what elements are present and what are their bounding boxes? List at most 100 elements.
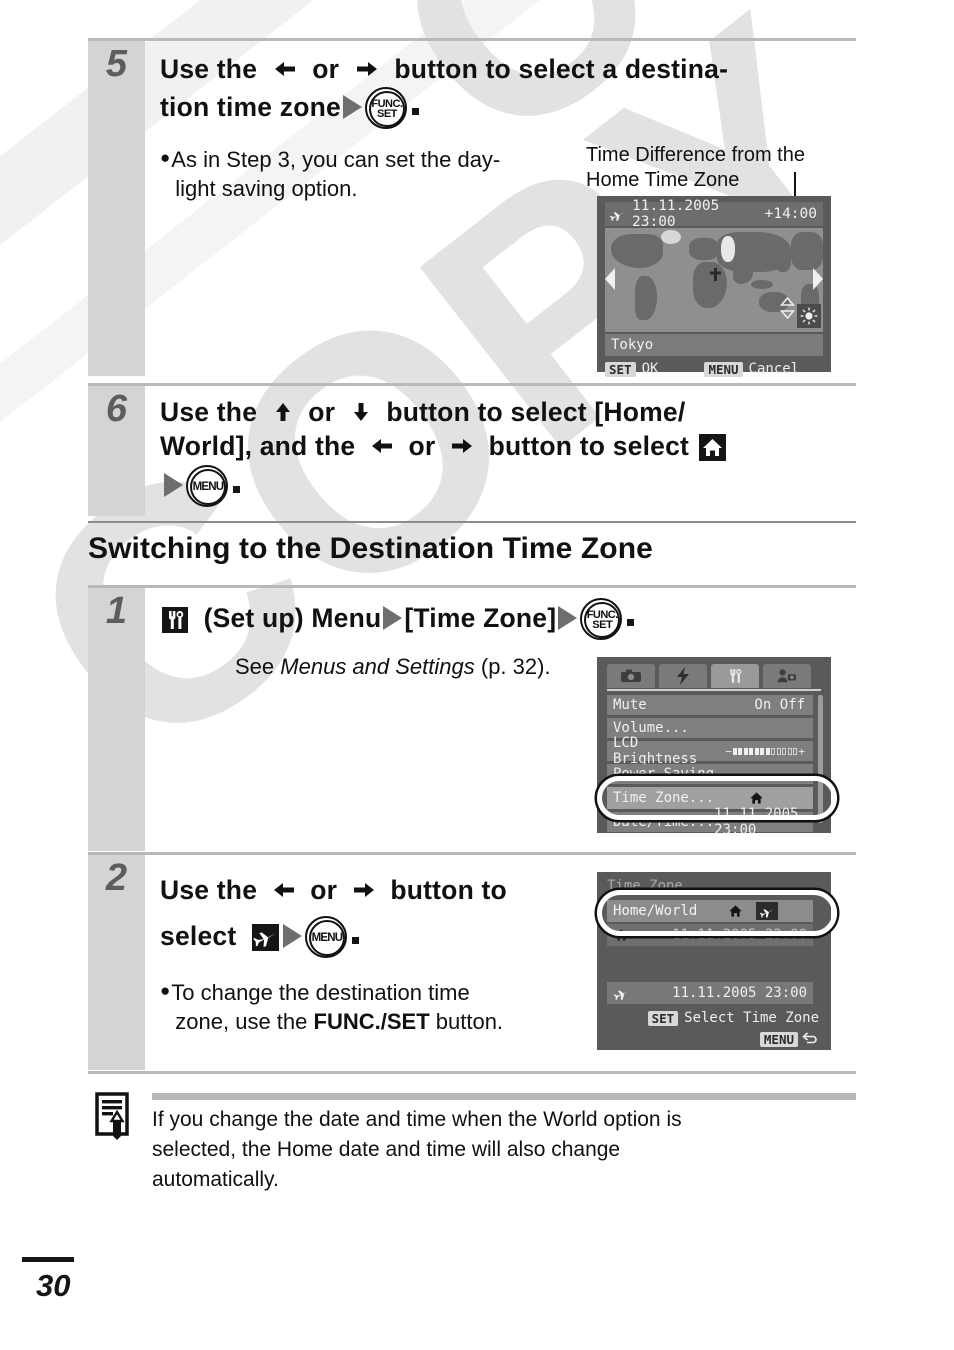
step-6-line2-b: button to select — [488, 431, 690, 462]
setup-menu-tab-icon — [162, 607, 188, 633]
right-arrow-icon — [450, 432, 474, 464]
home-icon — [698, 434, 726, 462]
func-set-button-icon: FUNC. SET — [364, 87, 407, 130]
menu-key-tag: MENU — [704, 361, 743, 377]
func-set-label-2: SET — [592, 619, 613, 631]
note-accent-rule — [152, 1093, 856, 1100]
section-step-1-number: 1 — [105, 590, 128, 632]
map-cursor-icon — [709, 268, 722, 286]
map-left-nav-arrow-icon — [605, 268, 615, 290]
tab-my-camera[interactable] — [763, 664, 811, 688]
step-5-bullet-line2: light saving option. — [175, 175, 358, 201]
section-step-2-number: 2 — [105, 857, 128, 899]
menu-row-lcd-brightness[interactable]: LCD Brightness − + — [607, 735, 813, 767]
left-arrow-icon — [273, 55, 297, 87]
menu-button-label: MENU — [192, 480, 224, 493]
menu-row-mute-value: On Off — [754, 697, 805, 713]
section-step-2-bullet-line2-b: button. — [435, 1009, 504, 1035]
lcd-menu-tab-underline — [607, 689, 821, 691]
section-step-2-bullet-line1: To change the destination time — [171, 980, 470, 1006]
menu-action-label: Cancel — [748, 361, 800, 377]
tab-flash[interactable] — [659, 664, 707, 688]
menu-row-mute-label: Mute — [613, 697, 647, 713]
menu-button-icon: MENU — [186, 464, 228, 507]
updown-selector-icon — [779, 296, 796, 324]
airplane-icon — [609, 208, 626, 221]
lcd-world-map — [605, 228, 823, 332]
landmass-far-east — [791, 232, 823, 270]
right-arrow-icon — [352, 871, 376, 915]
lcd-map-caption-line1: Time Difference from the — [586, 144, 805, 166]
landmass-europe — [689, 238, 719, 260]
section-step-2-line1-a: Use the — [160, 875, 258, 905]
lcd-map-datetime: 11.11.2005 23:00 — [632, 198, 720, 230]
section-heading: Switching to the Destination Time Zone — [88, 532, 653, 565]
set-key-tag: SET — [647, 1010, 679, 1026]
period-mark — [351, 936, 359, 944]
page-number: 30 — [36, 1268, 71, 1303]
step-6-line1-or: or — [308, 397, 336, 427]
lcd-timezone-set-hint: SET Select Time Zone — [607, 1008, 819, 1028]
step-5-number-column — [88, 41, 145, 376]
lcd-map-offset: +14:00 — [764, 206, 817, 222]
step-5-number: 5 — [105, 43, 128, 85]
tab-setup[interactable] — [711, 664, 759, 688]
lcd-map-caption: Time Difference from the Home Time Zone — [586, 143, 846, 193]
bullet-dot-icon: ● — [160, 981, 171, 1001]
period-mark — [627, 619, 635, 626]
step-6-number: 6 — [105, 388, 128, 430]
step-5-heading-or: or — [312, 54, 340, 84]
left-arrow-icon — [370, 432, 394, 464]
up-arrow-icon — [272, 398, 294, 430]
footer-rule — [22, 1257, 74, 1262]
step-5-bullet-line1: As in Step 3, you can set the day- — [171, 147, 501, 173]
step-5-bullet: ● As in Step 3, you can set the day- lig… — [145, 136, 560, 203]
func-set-bold-label: FUNC./SET — [313, 1009, 430, 1035]
set-key-tag: SET — [605, 361, 636, 377]
arrow-triangle-icon — [164, 472, 183, 497]
func-set-button-icon: FUNC. SET — [580, 598, 623, 640]
right-arrow-icon — [355, 55, 379, 87]
see-italic-title: Menus and Settings — [280, 654, 475, 679]
arrow-triangle-icon — [282, 923, 302, 948]
section-step-1-heading: (Set up) Menu [Time Zone] FUNC. SET — [145, 588, 856, 640]
callout-time-zone-row — [597, 776, 837, 820]
menu-row-mute[interactable]: Mute On Off — [607, 695, 813, 715]
section-step-2-line1-or: or — [310, 875, 338, 905]
brightness-slider-icon: − + — [725, 744, 805, 758]
divider-section — [88, 521, 856, 523]
menu-row-lcd-brightness-label: LCD Brightness — [613, 735, 698, 767]
note-line3: automatically. — [152, 1167, 279, 1191]
down-arrow-icon — [350, 398, 372, 430]
lcd-menu-tabs — [607, 664, 821, 690]
tab-camera[interactable] — [607, 664, 655, 688]
landmass-south-america — [635, 276, 657, 320]
set-action-label: Select Time Zone — [684, 1010, 819, 1026]
landmass-highlight — [721, 236, 735, 262]
lcd-timezone-menu-hint: MENU — [607, 1029, 819, 1049]
menu-button-icon: MENU — [304, 915, 347, 958]
landmass-greenland — [661, 230, 681, 244]
step-6-line1-b: button to select [Home/ — [386, 397, 686, 427]
return-arrow-icon — [802, 1032, 819, 1046]
landmass-india — [733, 266, 753, 284]
lcd-timezone-world-datetime: 11.11.2005 23:00 — [672, 985, 807, 1001]
set-action-label: OK — [641, 361, 659, 377]
step-6: 6 Use the or button to select [Home/ Wor… — [88, 386, 856, 516]
period-mark — [233, 485, 240, 493]
airplane-icon — [613, 986, 631, 1000]
step-6-line1-a: Use the — [160, 397, 258, 427]
step-5-heading-text-2: button to select a destina- — [394, 54, 729, 84]
step-6-heading: Use the or button to select [Home/ World… — [145, 386, 856, 507]
period-mark — [411, 108, 419, 116]
menu-row-volume-label: Volume... — [613, 720, 689, 736]
section-step-2-bullet-line2-a: zone, use the — [175, 1009, 308, 1035]
menu-key-tag: MENU — [759, 1031, 798, 1047]
section-step-2-bullet: ● To change the destination time zone, u… — [145, 965, 580, 1036]
left-arrow-icon — [272, 871, 296, 915]
lcd-map-city-label: Tokyo — [605, 334, 823, 356]
arrow-triangle-icon — [558, 606, 578, 630]
step-6-line2-a: World], and the — [160, 431, 356, 462]
step-5-heading: Use the or button to select a destina- t… — [145, 41, 856, 130]
landmass-north-america — [611, 234, 663, 268]
